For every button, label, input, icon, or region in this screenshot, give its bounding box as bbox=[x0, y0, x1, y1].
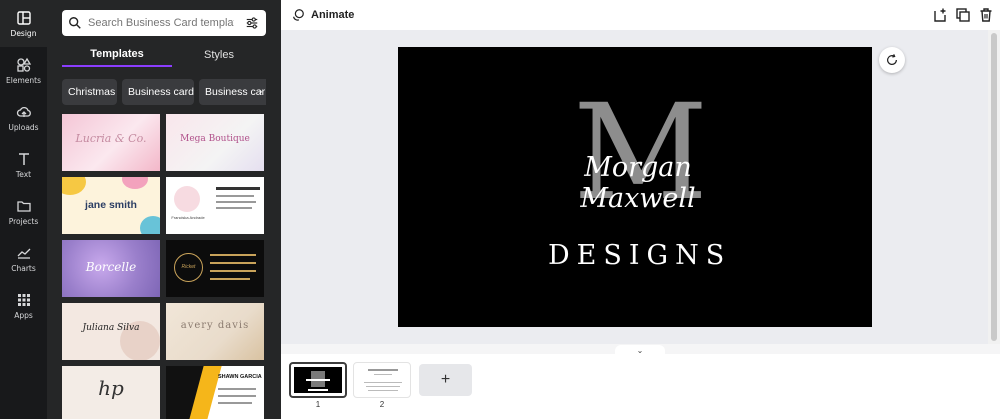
rail-label-uploads: Uploads bbox=[8, 122, 39, 132]
editor-topbar: Animate bbox=[281, 0, 1000, 30]
vertical-scrollbar[interactable] bbox=[988, 30, 1000, 344]
elements-shapes-icon bbox=[16, 57, 31, 72]
rail-label-design: Design bbox=[10, 28, 37, 38]
rail-item-uploads[interactable]: Uploads bbox=[0, 94, 47, 141]
text-line bbox=[216, 195, 254, 197]
template-card[interactable]: jane smith bbox=[62, 177, 160, 234]
template-card-text: SHAWN GARCIA bbox=[218, 374, 262, 380]
chip-business-card[interactable]: Business card bbox=[122, 79, 194, 105]
editor-app: Design Elements Uploads Text Projects Ch… bbox=[0, 0, 1000, 419]
rail-item-projects[interactable]: Projects bbox=[0, 188, 47, 235]
rail-item-apps[interactable]: Apps bbox=[0, 282, 47, 329]
page-thumbnail-2[interactable] bbox=[353, 362, 411, 398]
template-card-text: avery davis bbox=[180, 320, 250, 331]
logo-circle bbox=[174, 186, 200, 212]
animate-label: Animate bbox=[311, 9, 355, 21]
thumbnail-text-line bbox=[364, 382, 402, 383]
rail-item-charts[interactable]: Charts bbox=[0, 235, 47, 282]
rail-label-text: Text bbox=[15, 169, 32, 179]
page-thumbnail-1[interactable] bbox=[289, 362, 347, 398]
regenerate-button[interactable] bbox=[879, 47, 905, 73]
templates-panel: Templates Styles Christmas Business card… bbox=[47, 0, 281, 419]
add-page-icon[interactable] bbox=[932, 7, 948, 23]
trash-icon[interactable] bbox=[978, 7, 994, 23]
template-card[interactable]: SHAWN GARCIA bbox=[166, 366, 264, 419]
text-line bbox=[210, 254, 256, 256]
template-card-text: Franciska Andrade bbox=[171, 215, 205, 220]
search-input[interactable] bbox=[88, 17, 234, 29]
add-page-button[interactable]: + bbox=[419, 364, 472, 396]
template-search[interactable] bbox=[62, 10, 266, 36]
rail-item-text[interactable]: Text bbox=[0, 141, 47, 188]
tab-styles[interactable]: Styles bbox=[172, 42, 266, 67]
brand-word[interactable]: DESIGNS bbox=[548, 240, 728, 271]
template-card-text: jane smith bbox=[85, 199, 137, 211]
rail-label-projects: Projects bbox=[8, 216, 39, 226]
search-icon bbox=[69, 17, 81, 29]
rail-label-apps: Apps bbox=[14, 310, 33, 320]
tab-templates[interactable]: Templates bbox=[62, 42, 172, 67]
decor-blob bbox=[140, 216, 160, 234]
template-card-text: Juliana Silva bbox=[82, 323, 140, 333]
thumbnail-text-line bbox=[366, 386, 400, 387]
sliders-icon bbox=[246, 17, 258, 29]
chip-christmas[interactable]: Christmas bbox=[62, 79, 117, 105]
scrollbar-thumb[interactable] bbox=[991, 33, 997, 341]
text-line bbox=[218, 388, 256, 390]
design-layout-icon bbox=[16, 10, 31, 25]
text-line bbox=[218, 395, 256, 397]
animate-button[interactable]: Animate bbox=[291, 7, 354, 23]
apps-grid-icon bbox=[17, 293, 30, 306]
line-chart-icon bbox=[17, 248, 30, 259]
template-card-text: Mega Boutique bbox=[180, 134, 250, 144]
text-t-icon bbox=[18, 152, 29, 165]
template-card-text: hp bbox=[98, 376, 124, 400]
decor-blob bbox=[122, 177, 148, 189]
page-number: 2 bbox=[379, 400, 385, 409]
template-card[interactable]: Mega Boutique bbox=[166, 114, 264, 171]
cloud-upload-icon bbox=[16, 106, 31, 117]
filter-button[interactable] bbox=[244, 15, 260, 31]
text-line bbox=[216, 207, 252, 209]
text-line bbox=[216, 201, 256, 203]
category-chips: Christmas Business card Business car › bbox=[62, 79, 266, 105]
template-card-text: Borcelle bbox=[85, 260, 137, 274]
template-card[interactable]: Ricket bbox=[166, 240, 264, 297]
rail-item-design[interactable]: Design bbox=[0, 0, 47, 47]
chevron-down-icon[interactable]: ⌄ bbox=[615, 345, 665, 356]
animate-icon bbox=[293, 9, 304, 21]
template-card[interactable]: hp bbox=[62, 366, 160, 419]
template-card-text: Ricket bbox=[181, 264, 196, 270]
text-line bbox=[210, 270, 256, 272]
template-card[interactable]: Lucria & Co. bbox=[62, 114, 160, 171]
text-line bbox=[218, 402, 252, 404]
decor-blob bbox=[62, 177, 86, 195]
business-card-design[interactable]: M Morgan Maxwell DESIGNS bbox=[398, 47, 872, 327]
chevron-right-icon[interactable]: › bbox=[255, 79, 266, 105]
left-rail: Design Elements Uploads Text Projects Ch… bbox=[0, 0, 47, 419]
template-card[interactable]: Borcelle bbox=[62, 240, 160, 297]
template-card-text: Lucria & Co. bbox=[75, 132, 147, 145]
thumbnail-text-line bbox=[368, 390, 398, 391]
thumbnail-text-line bbox=[368, 369, 398, 371]
rail-label-charts: Charts bbox=[11, 263, 36, 273]
folder-icon bbox=[16, 200, 31, 212]
thumbnail-preview bbox=[294, 367, 342, 393]
rail-item-elements[interactable]: Elements bbox=[0, 47, 47, 94]
panel-tabs: Templates Styles bbox=[62, 42, 266, 67]
text-line bbox=[210, 262, 256, 264]
brand-name-script[interactable]: Morgan Maxwell bbox=[548, 152, 728, 214]
template-card[interactable]: Juliana Silva bbox=[62, 303, 160, 360]
template-card[interactable]: Franciska Andrade bbox=[166, 177, 264, 234]
rail-label-elements: Elements bbox=[6, 75, 41, 85]
refresh-icon bbox=[887, 54, 897, 65]
text-line bbox=[216, 187, 260, 190]
text-line bbox=[210, 278, 250, 280]
page-number: 1 bbox=[315, 400, 321, 409]
thumbnail-text-line bbox=[306, 379, 330, 381]
thumbnail-text-line bbox=[374, 374, 392, 375]
thumbnail-text-line bbox=[308, 389, 328, 391]
template-card[interactable]: avery davis bbox=[166, 303, 264, 360]
duplicate-icon[interactable] bbox=[955, 7, 971, 23]
